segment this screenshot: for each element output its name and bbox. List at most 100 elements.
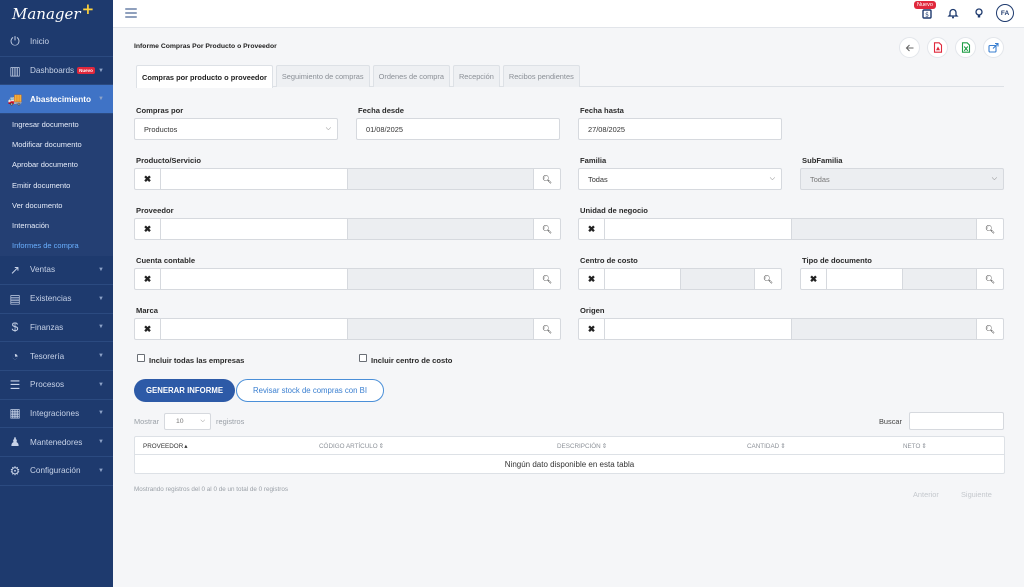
sidebar-item-tesorer-a[interactable]: ◔ Tesorería ▼	[0, 342, 113, 371]
sidebar: Manager + ⏻ Inicio ▥ Dashboards Nuevo ▼ 🚚 Abaste…	[0, 0, 113, 587]
app-logo[interactable]: Manager +	[0, 0, 113, 28]
familia-select[interactable]: Todas ⌵	[578, 168, 782, 190]
billing-icon[interactable]: Nuevo $	[914, 1, 936, 22]
producto-code-input[interactable]	[161, 169, 348, 189]
cuenta-code-input[interactable]	[161, 269, 348, 289]
tipo-doc-name-field	[903, 269, 977, 289]
marca-code-input[interactable]	[161, 319, 348, 339]
lightbulb-icon[interactable]	[970, 4, 988, 22]
results-table: PROVEEDOR▴ CÓDIGO ARTÍCULO⇕ DESCRIPCIÓN⇕ CA…	[134, 436, 1005, 474]
power-icon: ⏻	[10, 34, 20, 49]
submenu-item-ingresar-documento[interactable]: Ingresar documento	[0, 114, 113, 134]
unidad-name-field	[792, 219, 977, 239]
search-icon[interactable]: 🔍︎	[977, 269, 1003, 289]
sidebar-item-integraciones[interactable]: ▦ Integraciones ▼	[0, 400, 113, 429]
bell-icon[interactable]	[944, 4, 962, 22]
sidebar-item-inicio[interactable]: ⏻ Inicio	[0, 28, 113, 57]
sidebar-item-existencias[interactable]: ▤ Existencias ▼	[0, 285, 113, 314]
back-icon[interactable]	[899, 37, 920, 58]
centro-code-input[interactable]	[605, 269, 681, 289]
column-header[interactable]: DESCRIPCIÓN⇕	[557, 443, 607, 450]
clear-icon[interactable]: ✖	[801, 269, 827, 289]
proveedor-label: Proveedor	[136, 206, 174, 215]
chevron-down-icon: ▼	[98, 324, 104, 331]
sidebar-item-ventas[interactable]: ↗ Ventas ▼	[0, 256, 113, 285]
svg-text:$: $	[925, 12, 929, 19]
avatar[interactable]: FA	[996, 4, 1014, 22]
submenu-item-informes-de-compra[interactable]: Informes de compra	[0, 236, 113, 256]
subfamilia-select: Todas ⌵	[800, 168, 1004, 190]
sidebar-item-mantenedores[interactable]: ♟ Mantenedores ▼	[0, 428, 113, 457]
tab-4[interactable]: Recepción	[452, 65, 500, 87]
next-page-button[interactable]: Siguiente	[961, 490, 992, 499]
pdf-export-icon[interactable]	[927, 37, 948, 58]
clear-icon[interactable]: ✖	[579, 269, 605, 289]
tab-1[interactable]: Compras por producto o proveedor	[136, 65, 273, 88]
incluir-empresas-checkbox[interactable]: Incluir todas las empresas	[137, 353, 244, 365]
marca-label: Marca	[136, 306, 158, 315]
revisar-stock-bi-button[interactable]: Revisar stock de compras con BI	[236, 379, 384, 402]
tab-5[interactable]: Recibos pendientes	[502, 65, 580, 87]
dollar-icon: $	[11, 320, 19, 335]
checkbox-box[interactable]	[137, 353, 145, 362]
submenu-item-emitir-documento[interactable]: Emitir documento	[0, 175, 113, 195]
search-icon[interactable]: 🔍︎	[534, 219, 560, 239]
tab-3[interactable]: Ordenes de compra	[372, 65, 450, 87]
truck-icon: 🚚	[7, 92, 23, 107]
search-icon[interactable]: 🔍︎	[534, 269, 560, 289]
menu-toggle-icon[interactable]	[125, 8, 137, 18]
sidebar-item-finanzas[interactable]: $ Finanzas ▼	[0, 314, 113, 343]
search-icon[interactable]: 🔍︎	[534, 169, 560, 189]
tipo-doc-code-input[interactable]	[827, 269, 903, 289]
fecha-hasta-input[interactable]: 27/08/2025	[578, 118, 782, 140]
clear-icon[interactable]: ✖	[579, 219, 605, 239]
clear-icon[interactable]: ✖	[135, 319, 161, 339]
column-header[interactable]: CÓDIGO ARTÍCULO⇕	[319, 443, 384, 450]
search-icon[interactable]: 🔍︎	[977, 219, 1003, 239]
submenu-item-ver-documento[interactable]: Ver documento	[0, 195, 113, 215]
proveedor-code-input[interactable]	[161, 219, 348, 239]
column-title: NETO	[903, 443, 921, 450]
sidebar-item-dashboards[interactable]: ▥ Dashboards Nuevo ▼	[0, 57, 113, 86]
unidad-code-input[interactable]	[605, 219, 792, 239]
column-header[interactable]: NETO⇕	[903, 443, 927, 450]
compras-por-select[interactable]: Productos ⌵	[134, 118, 338, 140]
origen-code-input[interactable]	[605, 319, 792, 339]
checkbox-box[interactable]	[359, 353, 367, 362]
incluir-centro-checkbox[interactable]: Incluir centro de costo	[359, 353, 452, 365]
submenu-item-internacion[interactable]: Internación	[0, 216, 113, 236]
search-icon[interactable]: 🔍︎	[977, 319, 1003, 339]
table-search-input[interactable]	[909, 412, 1004, 430]
chevron-down-icon: ▼	[98, 96, 104, 103]
producto-name-field	[348, 169, 534, 189]
submenu-item-aprobar-documento[interactable]: Aprobar documento	[0, 155, 113, 175]
search-icon[interactable]: 🔍︎	[755, 269, 781, 289]
centro-picker: ✖ 🔍︎	[578, 268, 782, 290]
generar-informe-button[interactable]: GENERAR INFORME	[134, 379, 235, 402]
report-tabs: Compras por producto o proveedor Seguimie…	[136, 65, 1004, 88]
clear-icon[interactable]: ✖	[135, 269, 161, 289]
previous-page-button[interactable]: Anterior	[913, 490, 939, 499]
submenu-item-modificar-documento[interactable]: Modificar documento	[0, 134, 113, 154]
sidebar-item-configuraci-n[interactable]: ⚙ Configuración ▼	[0, 457, 113, 486]
tab-2[interactable]: Seguimiento de compras	[275, 65, 370, 87]
abastecimiento-submenu: Ingresar documento Modificar documento Apr…	[0, 114, 113, 257]
clear-icon[interactable]: ✖	[135, 169, 161, 189]
page-length-select[interactable]: 10 ⌵	[164, 413, 211, 430]
column-title: PROVEEDOR	[143, 443, 184, 450]
sidebar-item-label: Dashboards	[30, 66, 75, 76]
dashboard-icon: ▥	[9, 63, 21, 78]
share-icon[interactable]	[983, 37, 1004, 58]
grid-icon: ▦	[9, 406, 21, 421]
clear-icon[interactable]: ✖	[579, 319, 605, 339]
column-header[interactable]: CANTIDAD⇕	[747, 443, 785, 450]
search-icon[interactable]: 🔍︎	[534, 319, 560, 339]
excel-export-icon[interactable]	[955, 37, 976, 58]
sidebar-item-abastecimiento[interactable]: 🚚 Abastecimiento ▼	[0, 85, 113, 115]
column-header[interactable]: PROVEEDOR▴	[143, 443, 187, 450]
sort-icon: ⇕	[780, 443, 786, 450]
clear-icon[interactable]: ✖	[135, 219, 161, 239]
sidebar-item-procesos[interactable]: ☰ Procesos ▼	[0, 371, 113, 400]
centro-name-field	[681, 269, 755, 289]
fecha-desde-input[interactable]: 01/08/2025	[356, 118, 560, 140]
